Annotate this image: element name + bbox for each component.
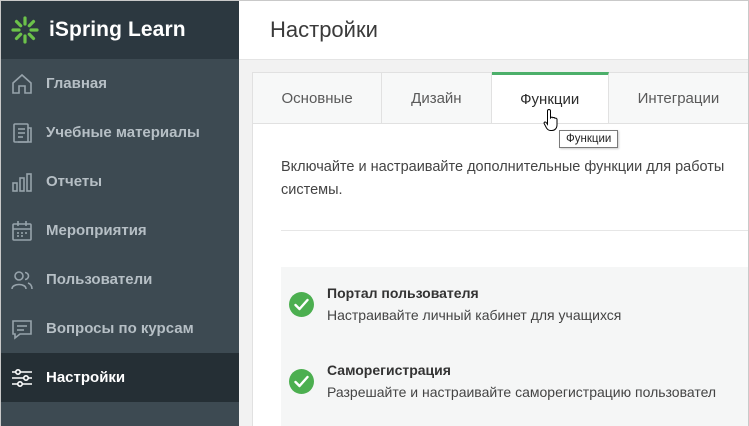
feature-user-portal[interactable]: Портал пользователя Настраивайте личный … [281,282,748,342]
sidebar-item-materials[interactable]: Учебные материалы [1,108,239,157]
sidebar-item-label: Отчеты [46,173,103,190]
home-icon [10,72,34,96]
sidebar-item-settings[interactable]: Настройки [1,353,239,402]
divider [281,230,748,231]
features-list: Портал пользователя Настраивайте личный … [281,267,748,426]
check-circle-icon[interactable] [289,369,314,394]
sidebar-item-home[interactable]: Главная [1,59,239,108]
tab-integrations[interactable]: Интеграции [608,73,749,123]
page-title: Настройки [270,17,378,42]
sidebar-item-label: Вопросы по курсам [46,320,194,337]
check-circle-icon[interactable] [289,292,314,317]
sidebar-item-users[interactable]: Пользователи [1,255,239,304]
calendar-icon [10,219,34,243]
ispring-logo-icon [11,16,39,44]
sidebar-item-label: Настройки [46,369,126,386]
feature-self-registration[interactable]: Саморегистрация Разрешайте и настраивайт… [281,359,748,419]
sidebar-item-label: Главная [46,75,108,92]
users-icon [10,268,34,292]
tooltip: Функции [559,130,619,148]
sidebar-item-label: Пользователи [46,271,153,288]
main-area: Настройки Основные Дизайн Функции Интегр… [239,1,749,426]
settings-icon [10,366,34,390]
feature-title: Саморегистрация [327,362,451,378]
sidebar-item-course-questions[interactable]: Вопросы по курсам [1,304,239,353]
logo[interactable]: iSpring Learn [1,1,239,59]
tab-general[interactable]: Основные [253,73,383,123]
materials-icon [10,121,34,145]
features-description: Включайте и настраивайте дополнительные … [281,156,749,202]
feature-description: Разрешайте и настраивайте саморегистраци… [327,384,717,400]
sidebar: iSpring Learn Главная Учебные материалы … [1,1,239,426]
feature-description: Настраивайте личный кабинет для учащихся [327,307,622,323]
description-line: системы. [281,182,343,198]
app-name: iSpring Learn [49,18,186,41]
questions-icon [10,317,34,341]
description-line: Включайте и настраивайте дополнительные … [281,159,725,175]
sidebar-item-events[interactable]: Мероприятия [1,206,239,255]
sidebar-item-label: Мероприятия [46,222,147,239]
tab-design[interactable]: Дизайн [382,73,492,123]
feature-title: Портал пользователя [327,285,479,301]
reports-icon [10,170,34,194]
hand-cursor-icon [543,108,558,131]
features-panel: Включайте и настраивайте дополнительные … [252,124,748,426]
sidebar-item-label: Учебные материалы [46,124,200,141]
page-header: Настройки [239,1,748,60]
sidebar-item-reports[interactable]: Отчеты [1,157,239,206]
settings-tabs: Основные Дизайн Функции Интеграции [252,72,749,124]
